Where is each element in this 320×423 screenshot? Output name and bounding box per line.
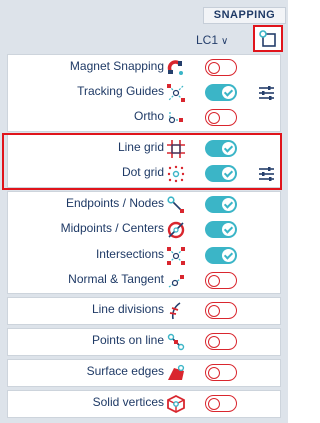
row-label: Magnet Snapping (69, 59, 164, 73)
row-label: Intersections (95, 247, 164, 261)
points-on-line-toggle[interactable] (205, 333, 237, 350)
toggle-knob (222, 86, 235, 99)
row-label: Normal & Tangent (68, 272, 164, 286)
snap-group-grid: Line grid Dot grid (7, 134, 281, 188)
row-surface-edges: Surface edges (8, 360, 280, 386)
row-line-divisions: Line divisions (8, 298, 280, 324)
solid-vertices-toggle[interactable] (205, 395, 237, 412)
line-divisions-icon (169, 302, 181, 320)
normal-tangent-icon (168, 275, 184, 288)
toggle-knob (222, 167, 235, 180)
row-midpoints-centers: Midpoints / Centers (8, 217, 280, 243)
snapping-tab[interactable]: SNAPPING (203, 7, 286, 24)
dot-grid-toggle[interactable] (205, 165, 237, 182)
row-label: Line grid (117, 140, 164, 154)
row-label: Dot grid (121, 165, 164, 179)
snapping-panel: SNAPPING LC1 ∨ Magnet Snapping Tracking G… (0, 0, 288, 423)
row-magnet-snapping: Magnet Snapping (8, 55, 280, 81)
endpoints-nodes-toggle[interactable] (205, 196, 237, 213)
tracking-guides-toggle[interactable] (205, 84, 237, 101)
surface-edges-icon (168, 364, 185, 380)
solid-vertices-icon (167, 394, 185, 414)
normal-tangent-toggle[interactable] (205, 272, 237, 289)
row-points-on-line: Points on line (8, 329, 280, 355)
snap-square-icon (259, 30, 276, 47)
snap-settings-button[interactable] (253, 25, 283, 52)
snap-group-line-divisions: Line divisions (7, 297, 281, 325)
snap-group-points-on-line: Points on line (7, 328, 281, 356)
snap-group-surface-edges: Surface edges (7, 359, 281, 387)
row-label: Points on line (91, 333, 164, 347)
sliders-icon[interactable] (258, 166, 275, 181)
line-divisions-toggle[interactable] (205, 302, 237, 319)
row-label: Line divisions (91, 302, 164, 316)
row-label: Midpoints / Centers (60, 221, 164, 235)
tracking-guides-icon (167, 84, 185, 102)
toggle-knob (222, 249, 235, 262)
points-on-line-icon (167, 333, 185, 351)
row-label: Ortho (133, 109, 164, 123)
row-label: Tracking Guides (77, 84, 164, 98)
toggle-knob (222, 223, 235, 236)
row-label: Surface edges (86, 364, 164, 378)
snap-group-solid-vertices: Solid vertices (7, 390, 281, 418)
intersections-icon (167, 247, 185, 265)
row-intersections: Intersections (8, 243, 280, 269)
endpoints-icon (167, 196, 184, 213)
row-line-grid: Line grid (8, 136, 280, 162)
row-endpoints-nodes: Endpoints / Nodes (8, 192, 280, 218)
dot-grid-icon (167, 165, 185, 183)
row-dot-grid: Dot grid (8, 161, 280, 187)
midpoints-centers-toggle[interactable] (205, 221, 237, 238)
surface-edges-toggle[interactable] (205, 364, 237, 381)
line-grid-toggle[interactable] (205, 140, 237, 157)
snap-group-objects: Endpoints / Nodes Midpoints / Centers In… (7, 191, 281, 294)
snap-group-general: Magnet Snapping Tracking Guides Ortho (7, 54, 281, 132)
line-grid-icon (167, 140, 185, 158)
load-case-value: LC1 (196, 33, 219, 47)
magnet-snapping-toggle[interactable] (205, 59, 237, 76)
row-label: Endpoints / Nodes (65, 196, 164, 210)
sliders-icon[interactable] (258, 85, 275, 100)
ortho-toggle[interactable] (205, 109, 237, 126)
row-solid-vertices: Solid vertices (8, 391, 280, 417)
row-label: Solid vertices (92, 395, 164, 409)
row-tracking-guides: Tracking Guides (8, 80, 280, 106)
ortho-icon (168, 112, 183, 124)
midpoints-icon (167, 221, 185, 239)
chevron-down-icon: ∨ (221, 36, 229, 47)
row-normal-tangent: Normal & Tangent (8, 268, 280, 294)
row-ortho: Ortho (8, 105, 280, 131)
load-case-select[interactable]: LC1 ∨ (196, 31, 228, 49)
magnet-icon (167, 60, 183, 75)
toggle-knob (222, 142, 235, 155)
toggle-knob (222, 198, 235, 211)
intersections-toggle[interactable] (205, 247, 237, 264)
